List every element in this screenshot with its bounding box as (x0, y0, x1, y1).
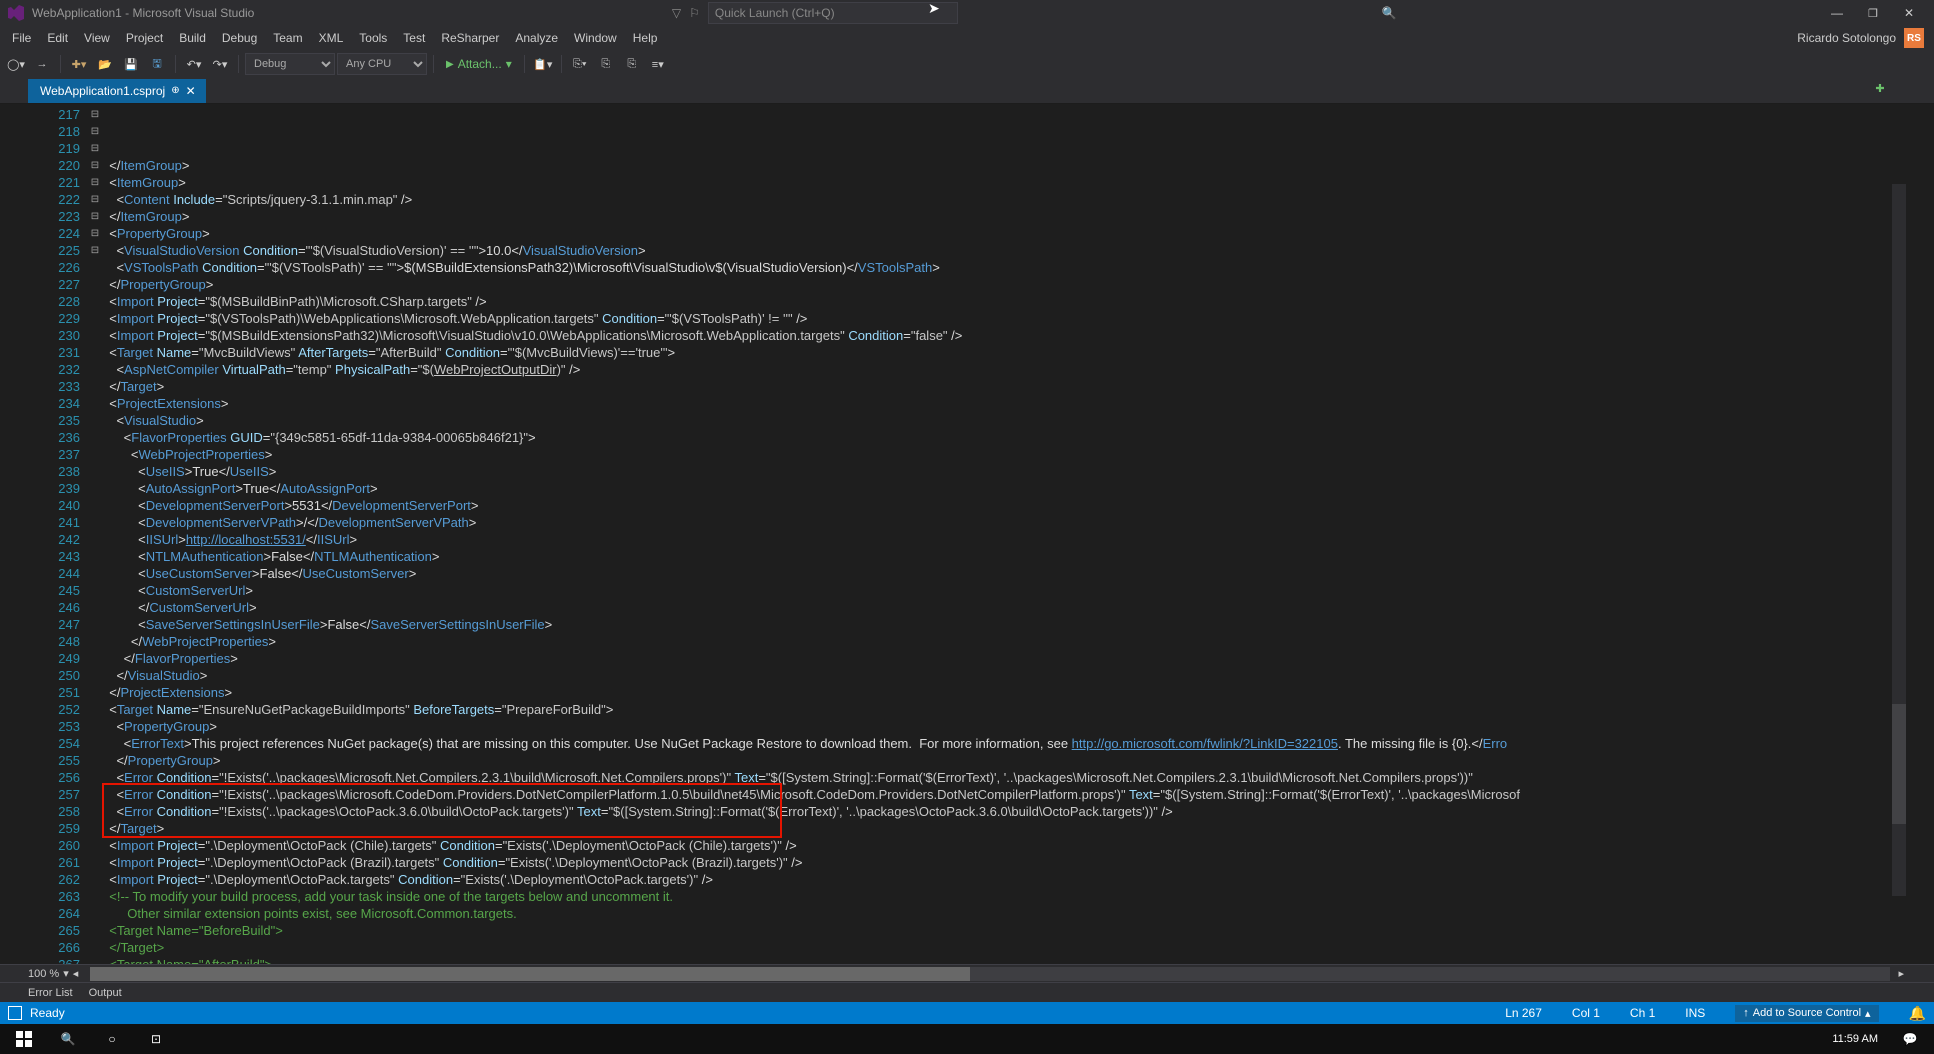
user-avatar[interactable]: RS (1904, 28, 1924, 48)
tb-icon-3[interactable]: ⎘ (594, 52, 618, 76)
menu-bar: File Edit View Project Build Debug Team … (0, 26, 1934, 50)
status-bar: Ready Ln 267 Col 1 Ch 1 INS ↑ Add to Sou… (0, 1002, 1934, 1024)
status-ready: Ready (30, 1006, 65, 1020)
tab-webapplication-csproj[interactable]: WebApplication1.csproj ⊕ ✕ (28, 79, 206, 103)
start-button[interactable] (4, 1025, 44, 1053)
menu-view[interactable]: View (76, 31, 118, 45)
menu-xml[interactable]: XML (311, 31, 352, 45)
status-char: Ch 1 (1630, 1006, 1655, 1020)
tb-icon-5[interactable]: ≡▾ (646, 52, 670, 76)
hscroll-right-icon[interactable]: ▸ (1898, 967, 1904, 980)
menu-help[interactable]: Help (625, 31, 666, 45)
status-col: Col 1 (1572, 1006, 1600, 1020)
zoom-level[interactable]: 100 % (28, 968, 59, 980)
code-content[interactable]: </ItemGroup> <ItemGroup> <Content Includ… (102, 104, 1906, 964)
quick-launch-input[interactable]: Quick Launch (Ctrl+Q) (708, 2, 958, 24)
add-source-control-button[interactable]: ↑ Add to Source Control ▴ (1735, 1005, 1878, 1022)
save-button[interactable]: 💾 (119, 52, 143, 76)
status-ins: INS (1685, 1006, 1705, 1020)
scrollbar-vertical[interactable] (1892, 184, 1906, 896)
action-center-icon[interactable]: 💬 (1890, 1025, 1930, 1053)
output-tab[interactable]: Output (89, 987, 122, 999)
undo-button[interactable]: ↶▾ (182, 52, 206, 76)
cortana-icon[interactable]: ○ (92, 1025, 132, 1053)
tb-icon-1[interactable]: 📋▾ (531, 52, 555, 76)
nav-fwd-button[interactable]: → (30, 52, 54, 76)
tab-close-icon[interactable]: ✕ (186, 84, 196, 98)
search-taskbar-icon[interactable]: 🔍 (48, 1025, 88, 1053)
zoom-chevron-icon[interactable]: ▾ (63, 967, 69, 980)
track-add-icon[interactable]: ✚ (1872, 82, 1888, 98)
hscroll-left-icon[interactable]: ◂ (73, 967, 79, 980)
visual-studio-logo-icon (8, 5, 24, 21)
menu-edit[interactable]: Edit (39, 31, 76, 45)
new-project-button[interactable]: ✚▾ (67, 52, 91, 76)
menu-tools[interactable]: Tools (351, 31, 395, 45)
tb-icon-4[interactable]: ⎘ (620, 52, 644, 76)
notifications-icon[interactable]: 🔔 (1909, 1005, 1926, 1022)
maximize-button[interactable] (1856, 2, 1890, 24)
window-title: WebApplication1 - Microsoft Visual Studi… (32, 6, 254, 20)
zoom-scroll-row: 100 % ▾ ◂ ▸ (0, 964, 1934, 982)
pin-icon[interactable]: ⊕ (171, 85, 179, 96)
attach-button[interactable]: Attach...▾ (440, 57, 518, 71)
tab-label: WebApplication1.csproj (40, 84, 165, 98)
menu-analyze[interactable]: Analyze (507, 31, 566, 45)
config-select[interactable]: Debug (245, 53, 335, 75)
code-editor[interactable]: 2172182192202212222232242252262272282292… (28, 104, 1906, 964)
line-number-gutter: 2172182192202212222232242252262272282292… (28, 104, 88, 964)
open-button[interactable]: 📂 (93, 52, 117, 76)
search-icon[interactable]: 🔍 (1381, 6, 1396, 20)
platform-select[interactable]: Any CPU (337, 53, 427, 75)
notification-icon[interactable]: ⚐ (689, 6, 700, 20)
task-view-icon[interactable]: ⊡ (136, 1025, 176, 1053)
titlebar: WebApplication1 - Microsoft Visual Studi… (0, 0, 1934, 26)
minimize-button[interactable] (1820, 2, 1854, 24)
user-name[interactable]: Ricardo Sotolongo (1789, 31, 1904, 45)
quick-launch-placeholder: Quick Launch (Ctrl+Q) (715, 6, 835, 20)
error-list-tab[interactable]: Error List (28, 987, 73, 999)
filter-icon[interactable]: ▽ (672, 6, 681, 20)
tab-bar: WebApplication1.csproj ⊕ ✕ (0, 78, 1934, 104)
windows-taskbar: 🔍 ○ ⊡ 11:59 AM 💬 (0, 1024, 1934, 1054)
menu-build[interactable]: Build (171, 31, 214, 45)
status-indicator-icon (8, 1006, 22, 1020)
close-button[interactable] (1892, 2, 1926, 24)
taskbar-clock[interactable]: 11:59 AM (1824, 1033, 1886, 1045)
hscroll-thumb[interactable] (90, 967, 970, 981)
toolbar: ◯▾ → ✚▾ 📂 💾 🖫 ↶▾ ↷▾ Debug Any CPU Attach… (0, 50, 1934, 78)
fold-gutter[interactable]: ⊟⊟⊟⊟⊟⊟⊟⊟⊟ (88, 104, 102, 964)
scrollbar-horizontal[interactable] (90, 967, 1890, 981)
menu-test[interactable]: Test (395, 31, 433, 45)
status-line: Ln 267 (1505, 1006, 1542, 1020)
scrollbar-thumb[interactable] (1892, 704, 1906, 824)
menu-resharper[interactable]: ReSharper (433, 31, 507, 45)
menu-team[interactable]: Team (265, 31, 310, 45)
save-all-button[interactable]: 🖫 (145, 52, 169, 76)
menu-window[interactable]: Window (566, 31, 625, 45)
menu-project[interactable]: Project (118, 31, 171, 45)
redo-button[interactable]: ↷▾ (208, 52, 232, 76)
nav-back-button[interactable]: ◯▾ (4, 52, 28, 76)
tb-icon-2[interactable]: ⎘▾ (568, 52, 592, 76)
menu-debug[interactable]: Debug (214, 31, 265, 45)
menu-file[interactable]: File (4, 31, 39, 45)
output-panel-tabs: Error List Output (0, 982, 1934, 1002)
